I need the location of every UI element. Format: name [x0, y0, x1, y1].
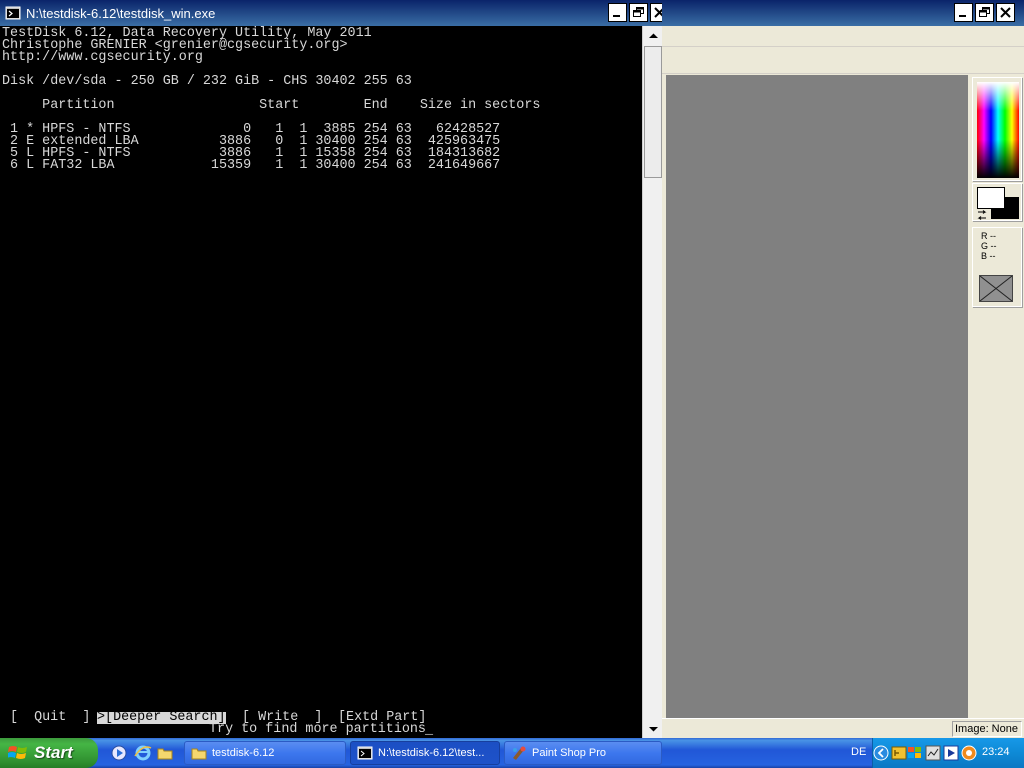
restore-icon: [633, 7, 644, 17]
console-icon: [357, 746, 373, 760]
deeper-search-menu-item[interactable]: >[Deeper Search]: [97, 711, 226, 724]
image-status: Image: None: [952, 721, 1022, 737]
restore-icon: [979, 7, 990, 17]
console-screen[interactable]: TestDisk 6.12, Data Recovery Utility, Ma…: [0, 26, 642, 738]
rgb-info-box: R -- G -- B --: [972, 227, 1022, 307]
partition-row[interactable]: 6 L FAT32 LBA 15359 1 1 30400 254 63 241…: [2, 159, 500, 172]
arrow-down-icon: [648, 726, 658, 731]
show-hidden-icons-icon[interactable]: [873, 745, 889, 761]
psp-status-bar: Image: None: [662, 718, 1024, 738]
psp-minimize-button[interactable]: [954, 3, 973, 22]
console-window[interactable]: N:\testdisk-6.12\testdisk_win.exe TestDi…: [0, 0, 669, 738]
blue-value: B --: [981, 251, 996, 261]
disk-info-line: Disk /dev/sda - 250 GB / 232 GiB - CHS 3…: [2, 74, 412, 89]
psp-restore-button[interactable]: [975, 3, 994, 22]
taskbar-button-console[interactable]: N:\testdisk-6.12\test...: [350, 741, 500, 765]
partition-table-header: Partition Start End Size in sectors: [2, 98, 541, 113]
minimize-icon: [959, 15, 966, 17]
cross-icon: [979, 275, 1013, 302]
scroll-down-button[interactable]: [644, 720, 662, 737]
network-status-icon[interactable]: [925, 745, 941, 761]
foreground-color-swatch[interactable]: [977, 187, 1005, 209]
console-vertical-scrollbar[interactable]: [642, 26, 662, 738]
paint-shop-pro-window[interactable]: R -- G -- B -- Image: None: [662, 0, 1024, 738]
clock[interactable]: 23:24: [982, 746, 1010, 758]
header-url-line: http://www.cgsecurity.org: [2, 50, 203, 65]
color-spectrum-box[interactable]: [972, 77, 1022, 181]
null-material-swatch[interactable]: [979, 275, 1013, 302]
taskbar-button-label: Paint Shop Pro: [532, 747, 606, 759]
taskbar: Start testdisk-6.12 N:\testdisk-6.12\tes…: [0, 738, 1024, 768]
fg-bg-color-box[interactable]: [972, 183, 1022, 221]
toolbar-divider: [662, 46, 1024, 47]
quit-menu-item[interactable]: [ Quit ]: [10, 711, 90, 724]
start-label: Start: [34, 743, 73, 762]
arrow-up-icon: [648, 33, 658, 38]
language-indicator[interactable]: DE: [851, 746, 866, 758]
minimize-icon: [613, 15, 620, 17]
console-title-bar[interactable]: N:\testdisk-6.12\testdisk_win.exe: [0, 0, 669, 26]
paint-shop-pro-title-bar[interactable]: [662, 0, 1024, 26]
close-icon: [1000, 7, 1011, 18]
antivirus-icon[interactable]: [961, 745, 977, 761]
psp-workspace[interactable]: [666, 75, 968, 718]
red-value: R --: [981, 231, 996, 241]
windows-flag-icon[interactable]: [907, 745, 923, 761]
taskbar-button-label: N:\testdisk-6.12\test...: [378, 747, 485, 759]
scroll-thumb[interactable]: [644, 46, 662, 178]
minimize-button[interactable]: [608, 3, 627, 22]
text-cursor: _: [425, 723, 434, 738]
tray-app-icon[interactable]: [891, 745, 907, 761]
folder-icon: [191, 748, 207, 760]
show-desktop-icon[interactable]: [156, 744, 174, 762]
taskbar-button-label: testdisk-6.12: [212, 747, 275, 759]
console-app-icon: [5, 6, 21, 20]
internet-explorer-icon[interactable]: [134, 744, 152, 762]
windows-logo-icon: [8, 746, 27, 759]
swap-colors-icon[interactable]: [976, 210, 988, 220]
color-spectrum[interactable]: [977, 82, 1019, 178]
menu-hint-text: Try to find more partitions: [209, 722, 426, 737]
color-palette-panel: R -- G -- B --: [970, 75, 1024, 718]
scroll-up-button[interactable]: [644, 27, 662, 44]
restore-button[interactable]: [629, 3, 648, 22]
paint-shop-pro-icon: [513, 746, 526, 760]
console-window-title: N:\testdisk-6.12\testdisk_win.exe: [26, 5, 216, 21]
media-player-icon[interactable]: [110, 744, 128, 762]
taskbar-button-paint-shop-pro[interactable]: Paint Shop Pro: [504, 741, 662, 765]
green-value: G --: [981, 241, 997, 251]
psp-close-button[interactable]: [996, 3, 1015, 22]
taskbar-button-testdisk-folder[interactable]: testdisk-6.12: [184, 741, 346, 765]
start-button[interactable]: Start: [0, 738, 98, 768]
psp-menu-toolbar-area: [662, 26, 1024, 74]
media-play-icon[interactable]: [943, 745, 959, 761]
